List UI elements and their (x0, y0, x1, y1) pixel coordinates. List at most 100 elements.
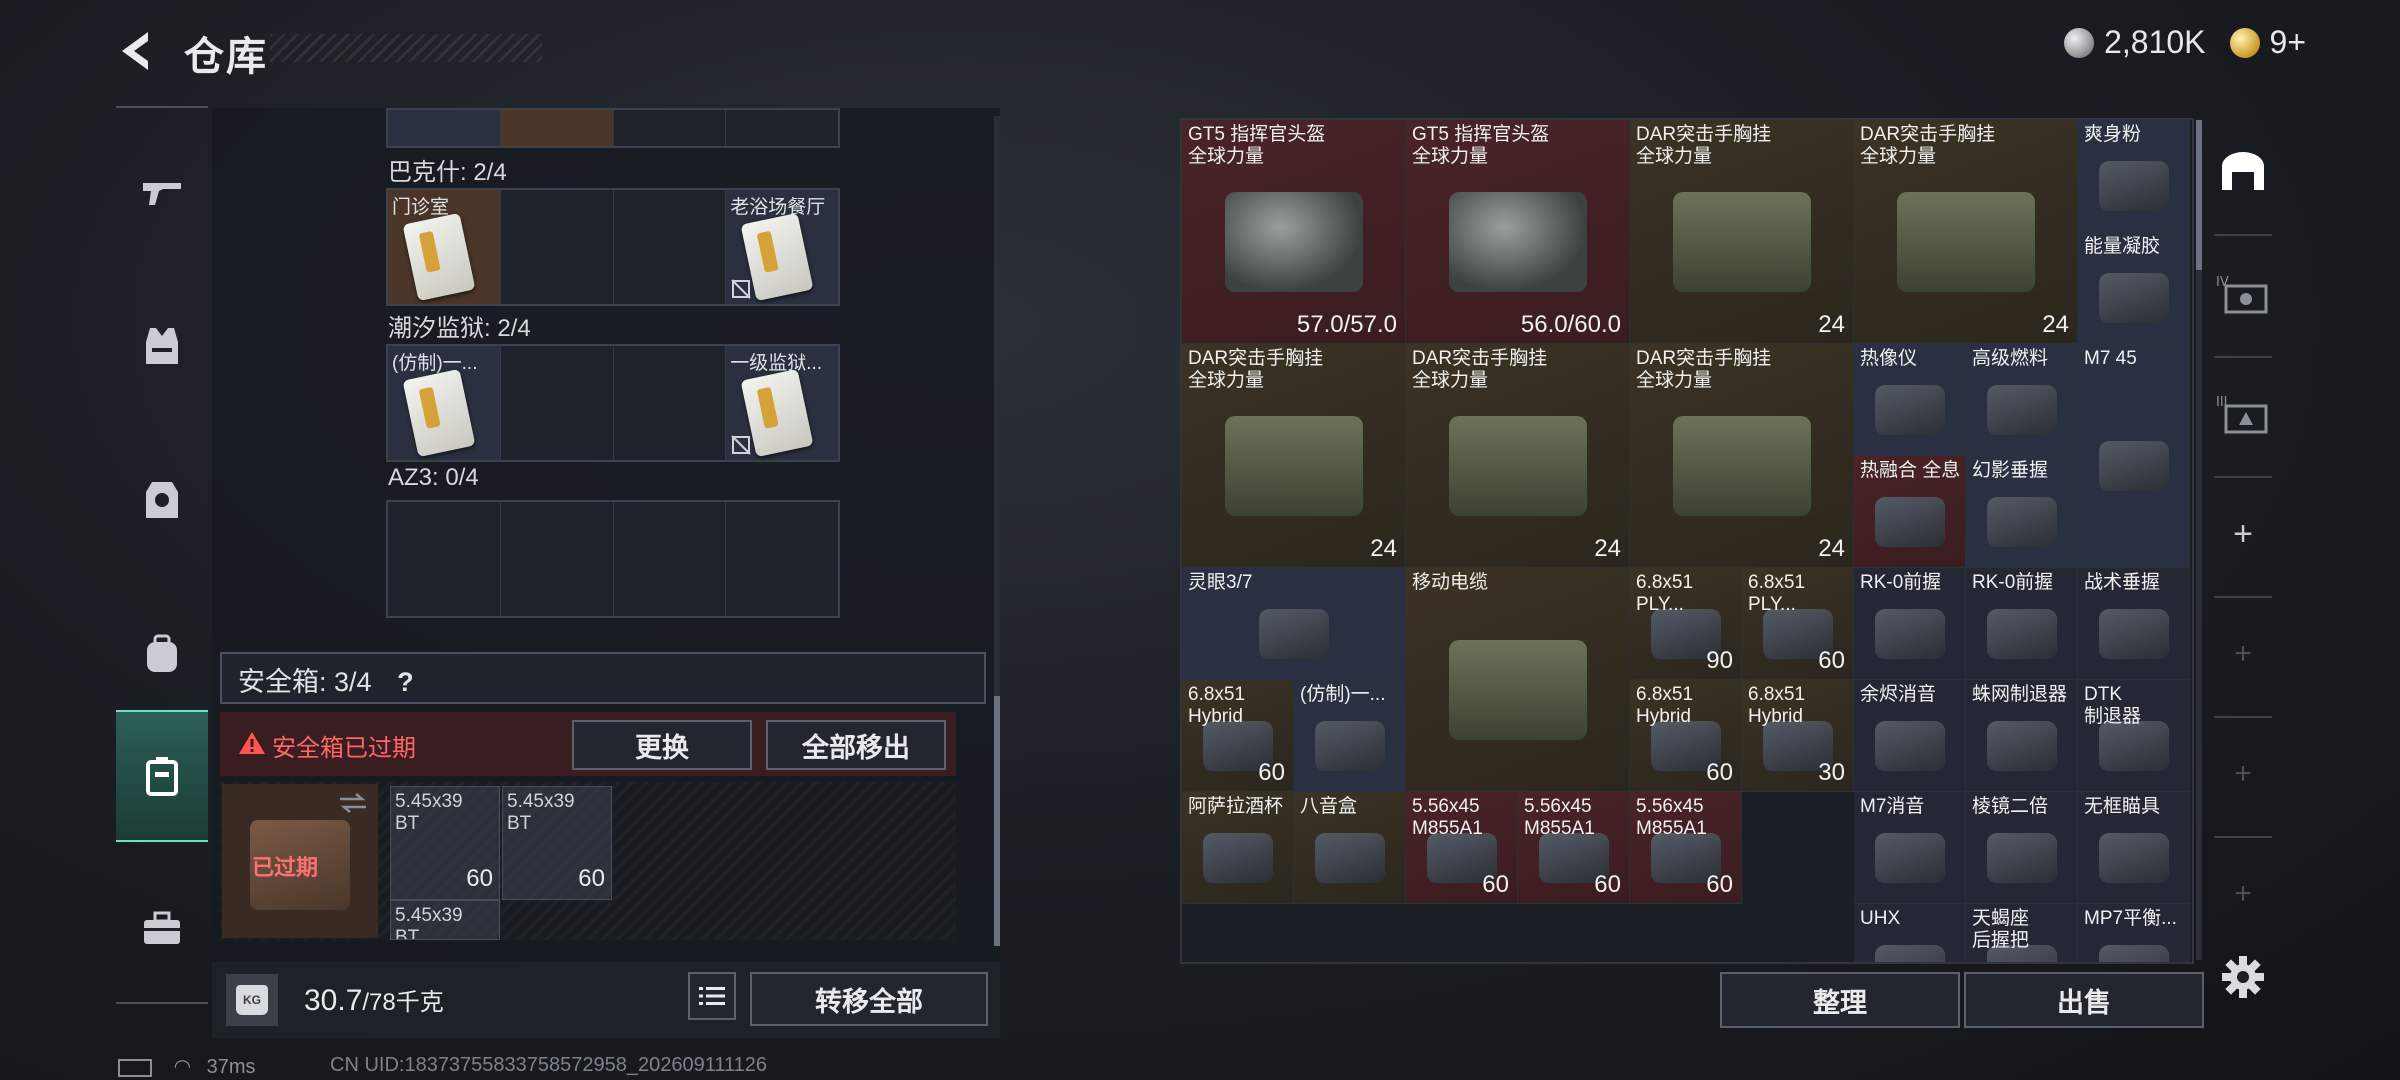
tab-container-4[interactable]: IV (2200, 252, 2286, 336)
tab-container-3[interactable]: III (2200, 372, 2286, 456)
item-slot[interactable]: 老浴场餐厅 (726, 190, 838, 304)
sell-button[interactable]: 出售 (1964, 972, 2204, 1028)
inventory-item[interactable]: 幻影垂握 (1966, 456, 2078, 568)
item-slot[interactable]: 门诊室 (388, 190, 501, 304)
inventory-item[interactable]: 移动电缆 (1406, 568, 1630, 792)
inventory-item[interactable]: RK-0前握 (1854, 568, 1966, 680)
inventory-item[interactable]: 棱镜二倍 (1966, 792, 2078, 904)
tab-4-icon: IV (2216, 275, 2268, 314)
list-view-button[interactable] (688, 972, 736, 1020)
nav-vest[interactable] (116, 300, 208, 392)
ammo-item[interactable]: 5.45x39 BT (390, 900, 500, 940)
item-name: M7 45 (2084, 348, 2137, 369)
add-container-button[interactable]: + (2200, 732, 2286, 816)
item-image (1875, 721, 1945, 771)
item-quantity: 60 (1482, 871, 1509, 898)
inventory-item[interactable]: DAR突击手胸挂 全球力量 24 (1630, 344, 1854, 568)
plus-icon: + (2234, 757, 2252, 790)
empty-slot[interactable] (726, 502, 838, 616)
silver-coin-icon (2064, 27, 2095, 58)
item-slot[interactable]: 一级监狱... (726, 346, 838, 460)
empty-slot[interactable] (614, 190, 727, 304)
inventory-item[interactable]: 高级燃料 (1966, 344, 2078, 456)
inventory-item[interactable]: 6.8x51 Hybrid 30 (1742, 680, 1854, 792)
container-grid: 门诊室 老浴场餐厅 (386, 188, 840, 306)
settings-gear-icon[interactable] (2218, 952, 2268, 1002)
inventory-item[interactable]: 阿萨拉酒杯 (1182, 792, 1294, 904)
add-container-button[interactable]: + (2200, 612, 2286, 696)
nav-safebox[interactable] (116, 710, 208, 842)
item-name: 战术垂握 (2084, 572, 2161, 593)
inventory-item[interactable]: 5.56x45 M855A1 60 (1406, 792, 1518, 904)
inventory-item[interactable]: 6.8x51 PLY... 90 (1630, 568, 1742, 680)
safebox-item[interactable]: 已过期 (222, 784, 378, 938)
keycard-icon (402, 368, 476, 458)
empty-slot[interactable] (501, 346, 614, 460)
storage-scrollbar[interactable] (994, 116, 1000, 946)
empty-slot[interactable] (388, 502, 501, 616)
inventory-item[interactable]: 6.8x51 PLY... 60 (1742, 568, 1854, 680)
inventory-grid: GT5 指挥官头盔 全球力量 57.0/57.0 GT5 指挥官头盔 全球力量 56.… (1180, 118, 2194, 964)
inventory-tabs: IV III + + + + (2200, 120, 2286, 960)
empty-slot[interactable] (614, 346, 727, 460)
nav-weapon[interactable] (116, 146, 208, 238)
item-name: DTK 制退器 (2084, 684, 2142, 727)
move-all-button[interactable]: 全部移出 (766, 720, 946, 770)
inventory-item[interactable]: DTK 制退器 (2078, 680, 2190, 792)
item-name: 余烬消音 (1860, 684, 1937, 705)
inventory-item[interactable]: 6.8x51 Hybrid 60 (1182, 680, 1294, 792)
list-icon (699, 987, 725, 1005)
item-name: GT5 指挥官头盔 全球力量 (1188, 124, 1326, 167)
inventory-item[interactable]: 天蝎座 后握把 (1966, 904, 2078, 962)
item-name: (仿制)一... (1300, 684, 1386, 705)
inventory-item[interactable]: DAR突击手胸挂 全球力量 24 (1854, 120, 2078, 344)
inventory-item[interactable]: GT5 指挥官头盔 全球力量 56.0/60.0 (1406, 120, 1630, 344)
item-quantity: 24 (1594, 535, 1621, 562)
page-title: 仓库 (184, 35, 268, 79)
back-icon[interactable] (112, 26, 162, 76)
inventory-item[interactable]: GT5 指挥官头盔 全球力量 57.0/57.0 (1182, 120, 1406, 344)
item-slot[interactable]: (仿制)一... (388, 346, 501, 460)
tab-home[interactable] (2200, 130, 2286, 214)
inventory-item[interactable]: 6.8x51 Hybrid 60 (1630, 680, 1742, 792)
arrange-button[interactable]: 整理 (1720, 972, 1960, 1028)
inventory-item[interactable]: 战术垂握 (2078, 568, 2190, 680)
inventory-item[interactable]: 八音盒 (1294, 792, 1406, 904)
nav-toolbox[interactable] (116, 882, 208, 974)
replace-button[interactable]: 更换 (572, 720, 752, 770)
inventory-item[interactable]: 无框瞄具 (2078, 792, 2190, 904)
help-icon[interactable]: ? (397, 667, 414, 697)
inventory-item[interactable]: 5.56x45 M855A1 60 (1518, 792, 1630, 904)
inventory-item[interactable]: DAR突击手胸挂 全球力量 24 (1406, 344, 1630, 568)
inventory-item[interactable]: M7 45 (2078, 344, 2190, 568)
inventory-item[interactable]: UHX (1854, 904, 1966, 962)
inventory-item[interactable]: 灵眼3/7 (1182, 568, 1406, 680)
inventory-item[interactable]: DAR突击手胸挂 全球力量 24 (1182, 344, 1406, 568)
inventory-item[interactable]: RK-0前握 (1966, 568, 2078, 680)
add-container-button[interactable]: + (2200, 492, 2286, 576)
silver-amount: 2,810K (2104, 24, 2206, 60)
weight-icon: KG (226, 974, 278, 1026)
inventory-item[interactable]: 热融合 全息 (1854, 456, 1966, 568)
inventory-item[interactable]: DAR突击手胸挂 全球力量 24 (1630, 120, 1854, 344)
empty-slot[interactable] (614, 502, 727, 616)
inventory-item[interactable]: 余烬消音 (1854, 680, 1966, 792)
transfer-all-button[interactable]: 转移全部 (750, 972, 988, 1026)
empty-slot[interactable] (501, 502, 614, 616)
inventory-item[interactable]: 5.56x45 M855A1 60 (1630, 792, 1742, 904)
inventory-item[interactable]: 蛛网制退器 (1966, 680, 2078, 792)
add-container-button[interactable]: + (2200, 852, 2286, 936)
no-transfer-icon (731, 435, 751, 455)
ammo-item[interactable]: 5.45x39 BT 60 (390, 786, 500, 900)
nav-armor[interactable] (116, 454, 208, 546)
gold-coin-icon (2229, 27, 2260, 58)
inventory-item[interactable]: (仿制)一... (1294, 680, 1406, 792)
nav-backpack[interactable] (116, 608, 208, 700)
inventory-item[interactable]: MP7平衡... (2078, 904, 2190, 962)
ammo-item[interactable]: 5.45x39 BT 60 (502, 786, 612, 900)
inventory-item[interactable]: 爽身粉 (2078, 120, 2190, 232)
inventory-item[interactable]: M7消音 (1854, 792, 1966, 904)
inventory-item[interactable]: 能量凝胶 (2078, 232, 2190, 344)
empty-slot[interactable] (501, 190, 614, 304)
inventory-item[interactable]: 热像仪 (1854, 344, 1966, 456)
